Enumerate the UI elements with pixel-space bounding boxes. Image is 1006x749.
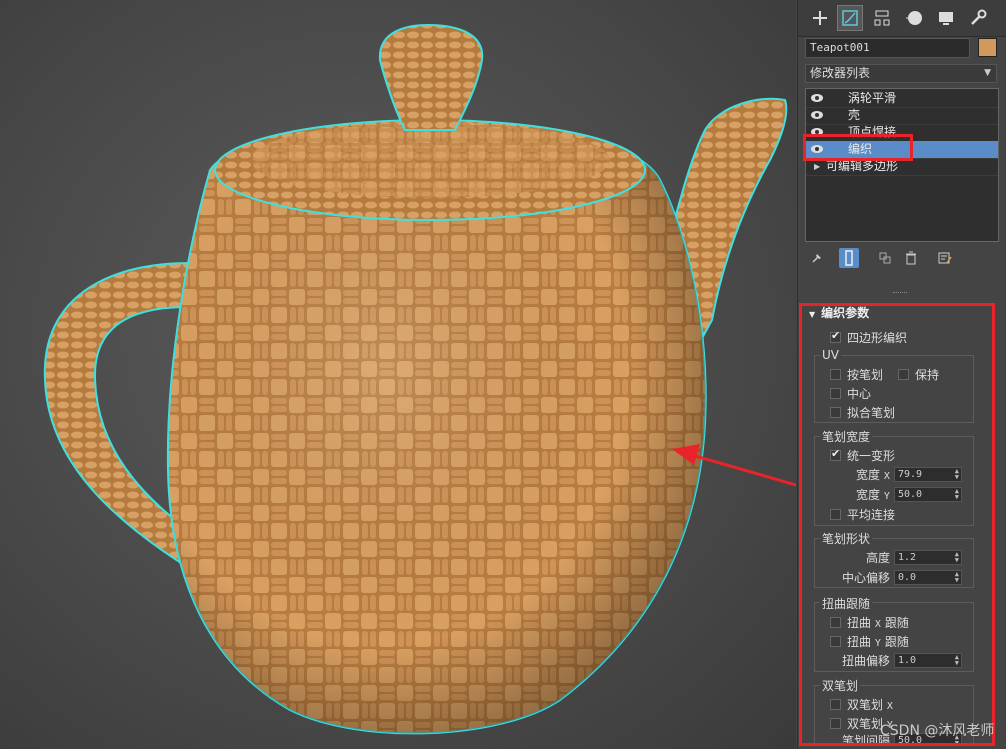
- pin-stack-button[interactable]: [807, 248, 827, 268]
- tab-modify[interactable]: [837, 5, 863, 31]
- modifier-list-label: 修改器列表: [810, 66, 871, 80]
- eye-icon[interactable]: [811, 111, 823, 119]
- show-end-result-icon: [845, 250, 853, 266]
- object-color-swatch[interactable]: [978, 38, 997, 57]
- stack-toolbar: [805, 248, 999, 270]
- utilities-wrench-icon: [971, 9, 987, 25]
- object-name-field[interactable]: Teapot001: [805, 38, 970, 58]
- highlight-weave-modifier: [803, 134, 913, 161]
- chevron-down-icon: ▼: [984, 68, 991, 78]
- stack-item-turbosmooth[interactable]: 涡轮平滑: [806, 90, 998, 108]
- show-end-result-button[interactable]: [839, 248, 859, 268]
- display-icon: [939, 12, 953, 25]
- tab-utilities[interactable]: [965, 5, 991, 31]
- pin-stack-icon: [812, 254, 821, 263]
- stack-item-label: 壳: [848, 108, 861, 122]
- tab-motion[interactable]: [901, 5, 927, 31]
- remove-modifier-icon: [906, 251, 916, 265]
- modifier-list-dropdown[interactable]: 修改器列表 ▼: [805, 64, 997, 83]
- hierarchy-icon: [874, 10, 890, 26]
- tab-create[interactable]: [807, 5, 833, 31]
- stack-item-label: 涡轮平滑: [848, 91, 897, 105]
- motion-icon: [906, 11, 922, 25]
- make-unique-button[interactable]: [875, 248, 895, 268]
- red-arrow-annotation: [672, 444, 796, 487]
- modifier-stack: 涡轮平滑 壳 顶点焊接 编织 ▶ 可编辑多边形: [805, 88, 999, 242]
- tab-hierarchy[interactable]: [869, 5, 895, 31]
- tab-display[interactable]: [933, 5, 959, 31]
- make-unique-icon: [879, 252, 891, 264]
- configure-modifier-sets-icon: [938, 252, 952, 264]
- stack-item-shell[interactable]: 壳: [806, 107, 998, 125]
- watermark-text: CSDN @沐风老师: [880, 723, 995, 739]
- panel-splitter[interactable]: [893, 292, 907, 296]
- highlight-weave-parameters: [799, 303, 995, 746]
- configure-modifier-sets-button[interactable]: [935, 248, 955, 268]
- eye-icon[interactable]: [811, 94, 823, 102]
- viewport-perspective[interactable]: [0, 0, 796, 749]
- remove-modifier-button[interactable]: [901, 248, 921, 268]
- command-panel-tabs: [798, 0, 1006, 37]
- modify-icon: [842, 10, 858, 26]
- create-plus-icon: [813, 11, 827, 25]
